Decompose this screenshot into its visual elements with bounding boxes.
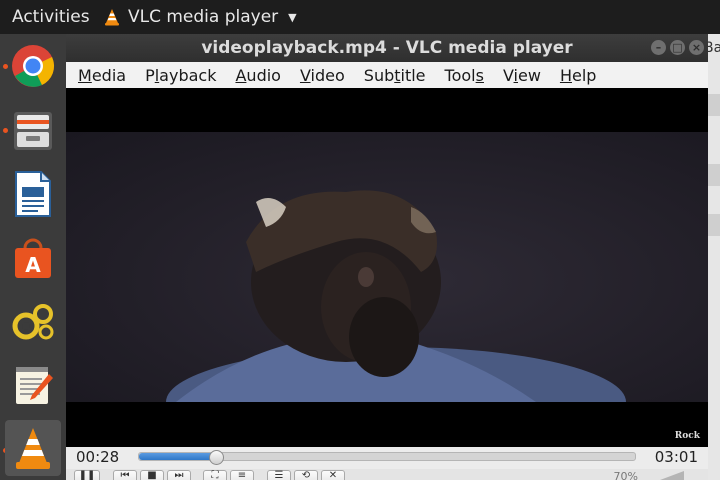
- dock: A: [0, 34, 66, 480]
- dock-item-chrome[interactable]: [5, 38, 61, 94]
- vlc-cone-icon: [16, 428, 50, 469]
- top-panel: Activities VLC media player ▼: [0, 0, 720, 34]
- desktop: Activities VLC media player ▼ A Ba video…: [0, 0, 720, 480]
- volume-level: 70%: [613, 470, 638, 480]
- dock-item-vlc[interactable]: [5, 420, 61, 476]
- extended-settings-button[interactable]: ≡: [230, 470, 254, 480]
- shuffle-button[interactable]: ✕: [321, 470, 345, 480]
- background-window-strip: [708, 94, 720, 116]
- chevron-down-icon: ▼: [288, 10, 297, 24]
- app-menu[interactable]: VLC media player ▼: [104, 7, 297, 27]
- previous-button[interactable]: ⏮: [113, 470, 137, 480]
- dock-item-software[interactable]: A: [5, 230, 61, 286]
- menu-audio[interactable]: Audio: [224, 66, 288, 85]
- total-time: 03:01: [654, 448, 698, 466]
- svg-text:A: A: [25, 253, 41, 277]
- video-area[interactable]: Rock: [66, 88, 708, 447]
- menu-playback[interactable]: Playback: [134, 66, 224, 85]
- controls-bar: ❚❚ ⏮ ■ ⏭ ⛶ ≡ ☰ ⟲ ✕ 70%: [66, 469, 708, 480]
- fullscreen-button[interactable]: ⛶: [203, 470, 227, 480]
- text-editor-icon: [16, 367, 53, 404]
- menu-help[interactable]: Help: [549, 66, 604, 85]
- window-titlebar[interactable]: videoplayback.mp4 - VLC media player – □…: [66, 34, 708, 62]
- window-controls: – □ ×: [651, 40, 704, 55]
- app-menu-label: VLC media player: [128, 7, 279, 27]
- seek-progress: [139, 453, 216, 460]
- chrome-icon: [12, 45, 55, 87]
- dock-item-writer[interactable]: [5, 166, 61, 222]
- maximize-button[interactable]: □: [670, 40, 685, 55]
- next-button[interactable]: ⏭: [167, 470, 191, 480]
- video-scene: [166, 190, 626, 402]
- activities-button[interactable]: Activities: [0, 7, 104, 27]
- elapsed-time: 00:28: [76, 448, 120, 466]
- libreoffice-writer-icon: [15, 171, 51, 217]
- volume-slider[interactable]: [636, 471, 684, 480]
- window-title: videoplayback.mp4 - VLC media player: [201, 38, 573, 58]
- software-store-icon: A: [15, 238, 51, 278]
- playlist-button[interactable]: ☰: [267, 470, 291, 480]
- seek-handle[interactable]: [208, 450, 224, 465]
- vlc-cone-icon: [105, 9, 119, 26]
- gears-icon: [12, 304, 54, 340]
- vlc-window: videoplayback.mp4 - VLC media player – □…: [66, 34, 708, 480]
- menu-video[interactable]: Video: [289, 66, 353, 85]
- background-window-strip: [708, 164, 720, 186]
- file-cabinet-icon: [14, 112, 52, 150]
- stop-button[interactable]: ■: [140, 470, 164, 480]
- menu-subtitle[interactable]: Subtitle: [353, 66, 434, 85]
- dock-item-files[interactable]: [5, 102, 61, 158]
- seek-area: 00:28 03:01: [66, 447, 708, 469]
- dock-item-text-editor[interactable]: [5, 358, 61, 414]
- loop-button[interactable]: ⟲: [294, 470, 318, 480]
- seek-slider[interactable]: [138, 450, 636, 465]
- menu-media[interactable]: Media: [66, 66, 134, 85]
- video-frame: [66, 132, 708, 402]
- background-window-strip: [708, 214, 720, 236]
- minimize-button[interactable]: –: [651, 40, 666, 55]
- dock-item-system-tool[interactable]: [5, 294, 61, 350]
- menu-bar: Media Playback Audio Video Subtitle Tools View…: [66, 62, 708, 88]
- video-watermark: Rock: [674, 431, 700, 441]
- menu-tools[interactable]: Tools: [434, 66, 492, 85]
- pause-button[interactable]: ❚❚: [74, 470, 100, 480]
- close-button[interactable]: ×: [689, 40, 704, 55]
- menu-view[interactable]: View: [492, 66, 549, 85]
